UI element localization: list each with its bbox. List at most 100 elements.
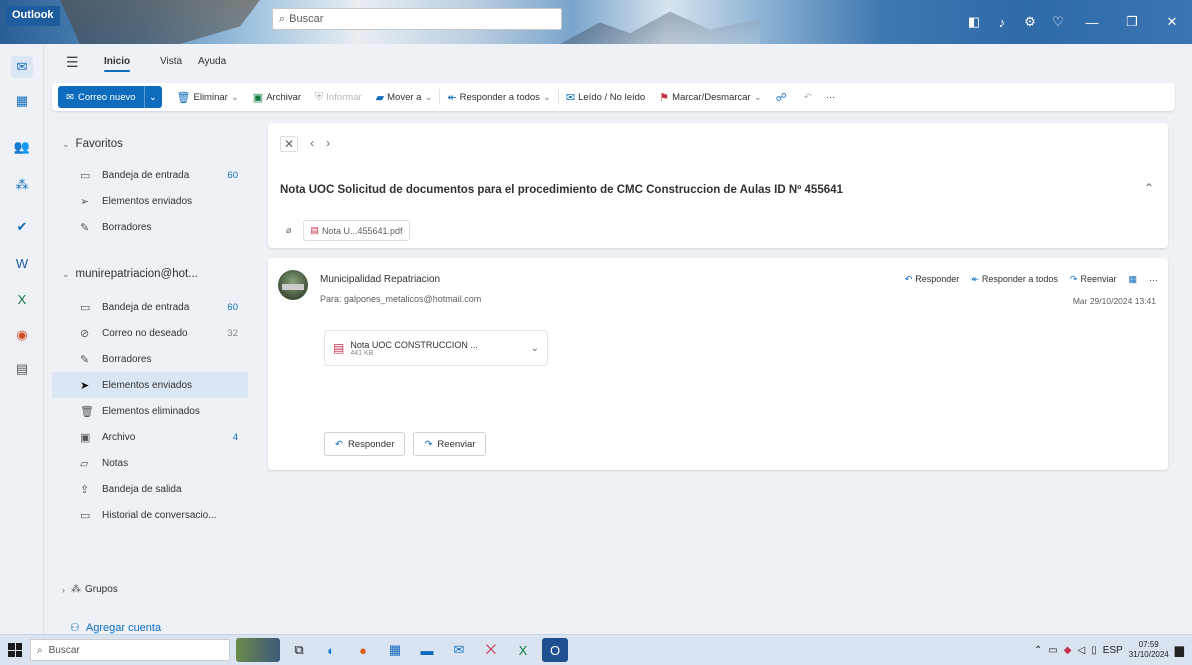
folder-archive[interactable]: ▣ Archivo 4 — [52, 424, 248, 450]
trash-icon: 🗑 — [80, 405, 94, 418]
forward-bottom-button[interactable]: ↷ Reenviar — [413, 432, 487, 456]
tab-vista[interactable]: Vista — [160, 56, 182, 67]
pdf-icon: ▤ — [310, 225, 319, 235]
tab-inicio[interactable]: Inicio — [104, 56, 131, 72]
chevron-left-icon[interactable]: ‹ — [310, 136, 314, 152]
chevron-right-icon[interactable]: › — [326, 136, 330, 152]
task-view-icon[interactable]: ⧉ — [286, 638, 312, 662]
favorites-inbox[interactable]: ▭ Bandeja de entrada 60 — [52, 162, 248, 188]
chevron-down-icon: ⌄ — [424, 91, 433, 103]
shield-icon[interactable]: ◆ — [1064, 645, 1072, 656]
reply-button[interactable]: ↶ Responder — [905, 274, 960, 285]
flag-button[interactable]: ⚑ Marcar/Desmarcar ⌄ — [652, 91, 769, 104]
taskbar-search[interactable]: ⌕ Buscar — [30, 639, 230, 661]
reply-all-button[interactable]: ↞ Responder a todos — [971, 274, 1058, 285]
grid-view-icon[interactable]: ▦ — [1128, 274, 1137, 285]
chevron-up-icon[interactable]: ⌃ — [1144, 181, 1154, 195]
lightbulb-icon[interactable]: ♡ — [1044, 14, 1072, 30]
close-icon[interactable]: ✕ — [280, 136, 299, 152]
groups-header[interactable]: › ⁂ Grupos — [62, 584, 118, 595]
folder-junk[interactable]: ⊘ Correo no deseado 32 — [52, 320, 248, 346]
folder-history[interactable]: ▭ Historial de conversacio... — [52, 502, 248, 528]
more-icon[interactable]: ··· — [1149, 275, 1158, 285]
edge-icon[interactable]: ◐ — [318, 638, 344, 662]
reply-all-button[interactable]: ↞ Responder a todos ⌄ — [440, 91, 557, 104]
outlook-icon[interactable]: O — [542, 638, 568, 662]
folder-deleted[interactable]: 🗑 Elementos eliminados — [52, 398, 248, 424]
chevron-down-icon[interactable]: ⌄ — [531, 343, 539, 354]
attachment-card[interactable]: ▤ Nota UOC CONSTRUCCION ... 441 KB ⌄ — [324, 330, 548, 366]
gear-icon[interactable]: ⚙ — [1016, 14, 1044, 30]
report-button[interactable]: ⛨ Informar — [308, 91, 369, 104]
excel-icon[interactable]: X — [11, 288, 33, 310]
minimize-button[interactable]: — — [1072, 15, 1112, 30]
people-icon[interactable]: 👥 — [11, 136, 33, 158]
inbox-icon: ▭ — [80, 301, 91, 314]
widgets-icon[interactable] — [236, 638, 280, 662]
move-to-button[interactable]: ▰ Mover a ⌄ — [369, 91, 440, 104]
pdf-icon: ▤ — [333, 341, 345, 355]
word-icon[interactable]: W — [11, 252, 33, 274]
chevron-up-icon[interactable]: ⌃ — [1034, 645, 1042, 656]
office-icon[interactable]: ◉ — [11, 324, 33, 346]
archive-button[interactable]: ▣ Archivar — [246, 91, 308, 104]
app-name[interactable]: Outlook — [6, 6, 60, 26]
groups-icon: ⁂ — [71, 584, 81, 595]
reply-all-icon: ↞ — [971, 274, 979, 284]
archive-icon: ▣ — [252, 91, 264, 104]
maximize-button[interactable]: ❐ — [1112, 14, 1152, 30]
language-indicator[interactable]: ESP — [1103, 645, 1123, 656]
calendar-icon[interactable]: ▦ — [11, 90, 33, 112]
tab-ayuda[interactable]: Ayuda — [198, 56, 226, 67]
apps-icon[interactable]: ▤ — [11, 358, 33, 380]
favorites-sent[interactable]: ➢ Elementos enviados — [52, 188, 248, 214]
folder-outbox[interactable]: ⇪ Bandeja de salida — [52, 476, 248, 502]
volume-icon[interactable]: ◁ — [1077, 645, 1085, 656]
store-icon[interactable]: ▬ — [414, 638, 440, 662]
new-mail-dropdown[interactable]: ⌄ — [143, 86, 162, 108]
delete-button[interactable]: 🗑 Eliminar ⌄ — [170, 91, 246, 104]
reply-bottom-button[interactable]: ↶ Responder — [324, 432, 406, 456]
favorites-drafts[interactable]: ✎ Borradores — [52, 214, 248, 240]
bell-icon[interactable]: ♪ — [988, 15, 1016, 30]
thread-header: ✕ ‹ › Nota UOC Solicitud de documentos p… — [268, 123, 1168, 248]
windows-start-icon[interactable] — [8, 643, 22, 657]
favorites-header[interactable]: ⌄ Favoritos — [62, 138, 123, 150]
read-unread-button[interactable]: ✉ Leído / No leído — [559, 91, 652, 104]
avatar[interactable] — [278, 270, 308, 300]
battery-icon[interactable]: ▯ — [1091, 645, 1097, 656]
todo-icon[interactable]: ✔ — [11, 216, 33, 238]
firefox-icon[interactable]: ● — [350, 638, 376, 662]
calculator-icon[interactable]: ▦ — [382, 638, 408, 662]
clock[interactable]: 07:59 31/10/2024 — [1129, 640, 1169, 660]
folder-notes[interactable]: ▱ Notas — [52, 450, 248, 476]
acrobat-icon[interactable]: ⨉ — [478, 638, 504, 662]
new-mail-button[interactable]: ✉ Correo nuevo — [58, 86, 144, 108]
draft-icon: ✎ — [80, 221, 90, 234]
attachment-chip[interactable]: ▤ Nota U...455641.pdf — [303, 220, 410, 241]
close-button[interactable]: ✕ — [1152, 14, 1192, 30]
folder-sent[interactable]: ➤ Elementos enviados — [52, 372, 248, 398]
forward-button[interactable]: ↷ Reenviar — [1070, 274, 1117, 285]
hamburger-icon[interactable]: ☰ — [66, 54, 79, 71]
send-icon: ➢ — [80, 195, 90, 208]
teams-icon[interactable]: ◧ — [960, 14, 988, 30]
sender-name[interactable]: Municipalidad Repatriacion — [320, 274, 440, 285]
undo-button[interactable]: ↶ — [797, 92, 819, 103]
search-input[interactable]: ⌕ Buscar — [272, 8, 562, 30]
network-icon[interactable]: ▭ — [1048, 645, 1057, 656]
add-account-link[interactable]: ⚇ Agregar cuenta — [70, 621, 161, 635]
groups-icon[interactable]: ⁂ — [11, 174, 33, 196]
folder-inbox[interactable]: ▭ Bandeja de entrada 60 — [52, 294, 248, 320]
envelope-open-icon: ✉ — [565, 91, 576, 104]
mail-app-icon[interactable]: ✉ — [446, 638, 472, 662]
more-options-button[interactable]: ··· — [819, 92, 843, 103]
folder-drafts[interactable]: ✎ Borradores — [52, 346, 248, 372]
excel-icon[interactable]: X — [510, 638, 536, 662]
mail-icon[interactable]: ✉ — [11, 56, 33, 78]
immersive-reader-button[interactable]: ☍ — [769, 91, 797, 104]
account-header[interactable]: ⌄ munirepatriacion@hot... — [62, 268, 198, 280]
notifications-icon[interactable]: ▆ — [1175, 643, 1184, 657]
reply-icon: ↶ — [904, 274, 913, 284]
thread-subject: Nota UOC Solicitud de documentos para el… — [280, 184, 843, 196]
